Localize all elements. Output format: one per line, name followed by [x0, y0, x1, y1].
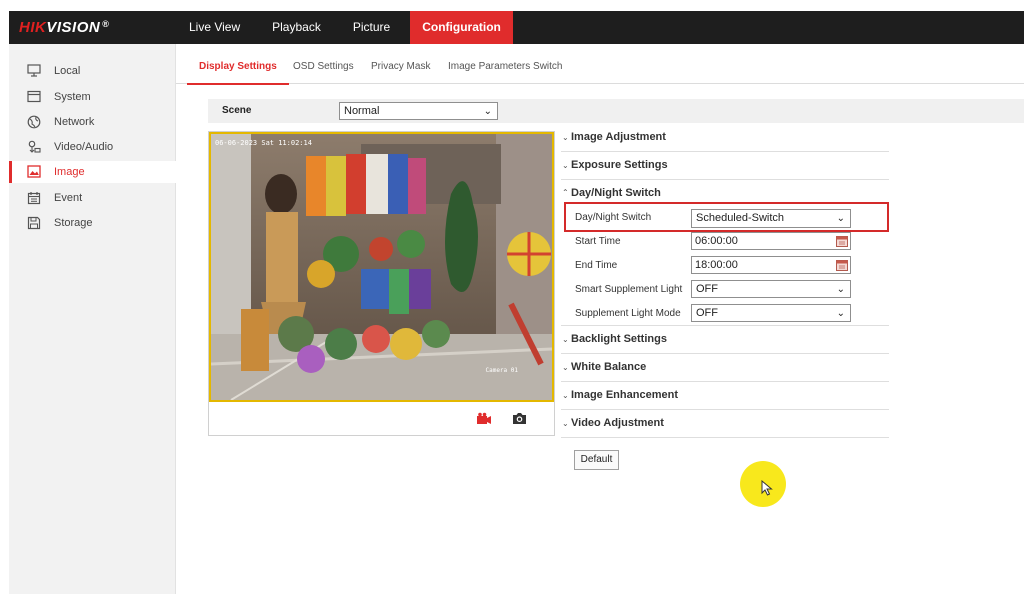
tab-osd-settings[interactable]: OSD Settings [293, 61, 354, 72]
sidebar-item-label: System [54, 91, 91, 103]
field-label: Smart Supplement Light [575, 284, 683, 295]
section-title: White Balance [571, 361, 647, 373]
chevron-down-icon: ⌄ [562, 363, 569, 372]
sidebar-item-label: Storage [54, 217, 93, 229]
system-icon [26, 89, 41, 104]
chevron-down-icon: ⌄ [562, 391, 569, 400]
sidebar-item-label: Local [54, 65, 81, 77]
storage-icon [26, 215, 41, 230]
nav-playback[interactable]: Playback [260, 11, 333, 44]
preview-toolbar [209, 404, 554, 435]
calendar-icon [26, 190, 41, 205]
field-label: Start Time [575, 236, 621, 247]
smart-supplement-light-select[interactable]: OFF ⌄ [691, 280, 851, 298]
tab-display-settings[interactable]: Display Settings [187, 61, 289, 85]
sidebar-item-video-audio[interactable]: Video/Audio [9, 136, 176, 158]
record-icon[interactable] [476, 412, 492, 429]
sidebar-item-storage[interactable]: Storage [9, 212, 176, 234]
osd-timestamp: 06-06-2023 Sat 11:02:14 [215, 139, 312, 147]
scene-label: Scene [222, 105, 252, 116]
sub-tabs: Display Settings OSD Settings Privacy Ma… [176, 44, 1024, 85]
field-label: End Time [575, 260, 618, 271]
sidebar-item-label: Image [54, 166, 85, 178]
logo-registered: ® [102, 19, 110, 29]
sidebar-item-system[interactable]: System [9, 86, 176, 108]
end-time-input[interactable]: 18:00:00 [691, 256, 851, 274]
globe-icon [26, 114, 41, 129]
section-title: Video Adjustment [571, 417, 664, 429]
nav-live-view[interactable]: Live View [177, 11, 252, 44]
field-supplement-light-mode: Supplement Light Mode OFF ⌄ [561, 302, 889, 324]
hikvision-logo: HIKVISION ® [19, 19, 109, 36]
top-navigation-bar: HIKVISION ® Live View Playback Picture Co… [9, 11, 1024, 44]
chevron-down-icon: ⌄ [562, 335, 569, 344]
select-value: OFF [696, 283, 718, 295]
scene-select-value: Normal [344, 105, 380, 117]
section-white-balance[interactable]: ⌄ White Balance [561, 354, 889, 382]
chevron-down-icon: ⌄ [562, 161, 569, 170]
section-title: Backlight Settings [571, 333, 667, 345]
sidebar-item-event[interactable]: Event [9, 187, 176, 209]
main-nav: Live View Playback Picture Configuration [177, 11, 521, 44]
section-title: Image Adjustment [571, 131, 666, 143]
snapshot-camera-icon[interactable] [512, 412, 527, 428]
image-icon [26, 164, 41, 179]
chevron-down-icon: ⌄ [836, 284, 845, 295]
video-scene-illustration [211, 134, 552, 400]
calendar-icon[interactable] [836, 235, 848, 247]
nav-picture[interactable]: Picture [341, 11, 402, 44]
section-title: Day/Night Switch [571, 187, 661, 199]
video-preview-panel: 06-06-2023 Sat 11:02:14 Camera 01 [208, 131, 555, 436]
field-label: Supplement Light Mode [575, 308, 681, 319]
audio-video-icon [26, 139, 41, 154]
logo-part2: VISION [46, 19, 101, 36]
section-exposure-settings[interactable]: ⌄ Exposure Settings [561, 152, 889, 180]
live-video-feed[interactable]: 06-06-2023 Sat 11:02:14 Camera 01 [209, 132, 554, 402]
tab-image-parameters-switch[interactable]: Image Parameters Switch [448, 61, 563, 72]
chevron-up-icon: ⌃ [562, 188, 569, 197]
supplement-light-mode-select[interactable]: OFF ⌄ [691, 304, 851, 322]
default-button[interactable]: Default [574, 450, 619, 470]
section-backlight-settings[interactable]: ⌄ Backlight Settings [561, 326, 889, 354]
calendar-icon[interactable] [836, 259, 848, 271]
chevron-down-icon: ⌄ [483, 106, 492, 117]
field-start-time: Start Time 06:00:00 [561, 230, 889, 252]
scene-select[interactable]: Normal ⌄ [339, 102, 498, 120]
section-video-adjustment[interactable]: ⌄ Video Adjustment [561, 410, 889, 438]
chevron-down-icon: ⌄ [562, 133, 569, 142]
section-title: Exposure Settings [571, 159, 668, 171]
input-value: 06:00:00 [695, 235, 738, 247]
chevron-down-icon: ⌄ [562, 419, 569, 428]
section-image-adjustment[interactable]: ⌄ Image Adjustment [561, 124, 889, 152]
monitor-icon [26, 63, 41, 78]
sidebar-item-label: Video/Audio [54, 141, 114, 153]
osd-camera-name: Camera 01 [485, 367, 518, 374]
logo-part1: HIK [19, 19, 47, 36]
field-end-time: End Time 18:00:00 [561, 254, 889, 276]
input-value: 18:00:00 [695, 259, 738, 271]
field-smart-supplement-light: Smart Supplement Light OFF ⌄ [561, 278, 889, 300]
start-time-input[interactable]: 06:00:00 [691, 232, 851, 250]
sidebar-item-image[interactable]: Image [9, 161, 176, 183]
scene-bar: Scene Normal ⌄ [208, 99, 1024, 123]
sidebar: Local System Network Video/Audio Image E… [9, 44, 176, 594]
nav-configuration[interactable]: Configuration [410, 11, 513, 44]
tab-privacy-mask[interactable]: Privacy Mask [371, 61, 430, 72]
section-image-enhancement[interactable]: ⌄ Image Enhancement [561, 382, 889, 410]
sidebar-item-network[interactable]: Network [9, 111, 176, 133]
annotation-highlight-box [564, 202, 889, 232]
mouse-pointer-icon [761, 480, 773, 496]
sidebar-item-label: Network [54, 116, 95, 128]
sidebar-item-label: Event [54, 192, 83, 204]
section-title: Image Enhancement [571, 389, 678, 401]
select-value: OFF [696, 307, 718, 319]
sidebar-item-local[interactable]: Local [9, 60, 176, 82]
chevron-down-icon: ⌄ [836, 308, 845, 319]
